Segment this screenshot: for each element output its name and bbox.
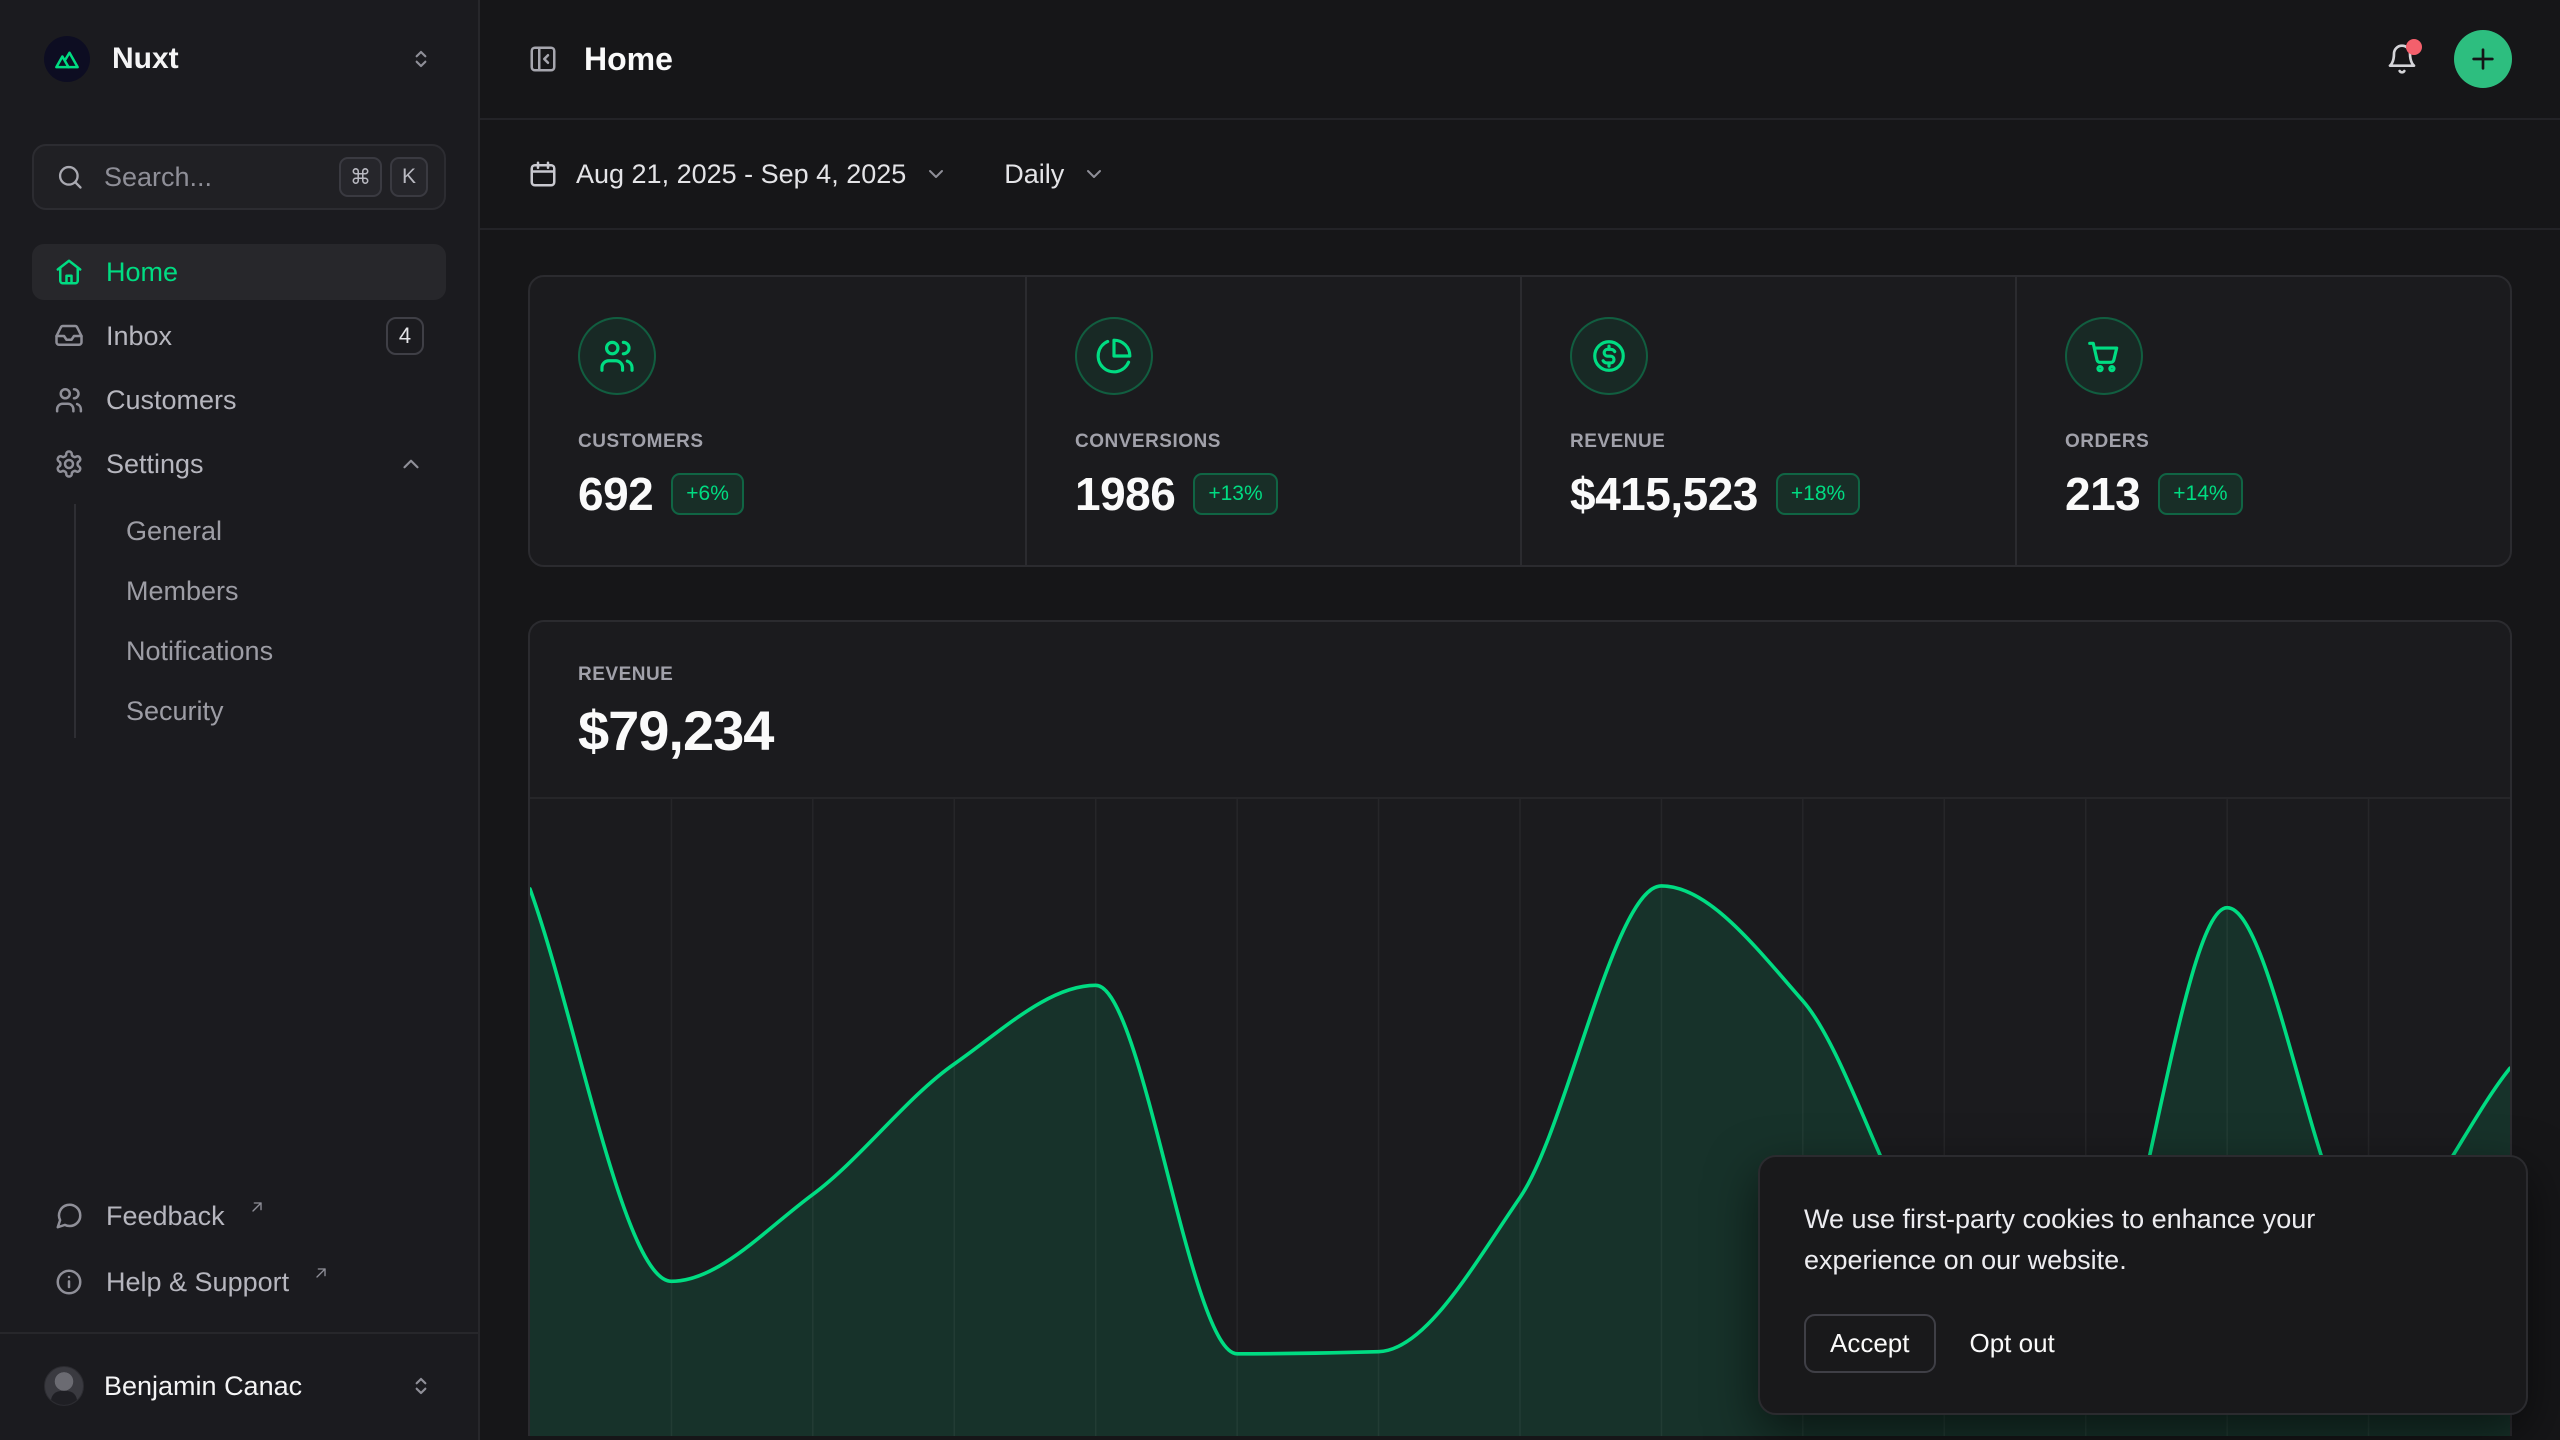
pie-chart-icon bbox=[1075, 317, 1153, 395]
search-input[interactable]: Search... ⌘ K bbox=[32, 144, 446, 210]
date-range-picker[interactable]: Aug 21, 2025 - Sep 4, 2025 bbox=[528, 159, 948, 190]
stat-value: 692 bbox=[578, 467, 653, 521]
info-circle-icon bbox=[54, 1267, 84, 1297]
sidebar-item-security[interactable]: Security bbox=[112, 684, 446, 738]
user-avatar bbox=[44, 1366, 84, 1406]
user-name: Benjamin Canac bbox=[104, 1371, 388, 1402]
search-shortcut: ⌘ K bbox=[339, 157, 428, 197]
search-icon bbox=[56, 163, 84, 191]
stat-value: $415,523 bbox=[1570, 467, 1758, 521]
revenue-chart-header: REVENUE $79,234 bbox=[530, 622, 2510, 797]
external-link-icon bbox=[313, 1265, 329, 1281]
granularity-select[interactable]: Daily bbox=[1004, 159, 1106, 190]
stat-value: 213 bbox=[2065, 467, 2140, 521]
stat-value: 1986 bbox=[1075, 467, 1175, 521]
notification-dot bbox=[2406, 39, 2422, 55]
sidebar: Nuxt Search... ⌘ K Home Inbox 4 Customer… bbox=[0, 0, 480, 1440]
stat-delta-badge: +13% bbox=[1193, 473, 1277, 515]
page-header: Home bbox=[480, 0, 2560, 120]
add-button[interactable] bbox=[2454, 30, 2512, 88]
notifications-button[interactable] bbox=[2380, 37, 2424, 81]
sidebar-item-settings[interactable]: Settings bbox=[32, 436, 446, 492]
chevrons-up-down-icon bbox=[408, 1373, 434, 1399]
sidebar-item-label: Customers bbox=[106, 385, 237, 416]
sidebar-item-customers[interactable]: Customers bbox=[32, 372, 446, 428]
home-icon bbox=[54, 257, 84, 287]
kbd-cmd: ⌘ bbox=[339, 157, 382, 197]
sidebar-item-home[interactable]: Home bbox=[32, 244, 446, 300]
stat-label: CONVERSIONS bbox=[1075, 431, 1472, 453]
workspace-switcher[interactable]: Nuxt bbox=[32, 28, 446, 90]
nuxt-logo bbox=[44, 36, 90, 82]
sidebar-item-help-support[interactable]: Help & Support bbox=[32, 1254, 446, 1310]
inbox-icon bbox=[54, 321, 84, 351]
search-placeholder: Search... bbox=[104, 162, 319, 193]
header-actions bbox=[2380, 30, 2512, 88]
chat-bubble-icon bbox=[54, 1201, 84, 1231]
sidebar-divider bbox=[0, 1332, 478, 1334]
chevron-down-icon bbox=[924, 162, 948, 186]
sidebar-item-label: Settings bbox=[106, 449, 204, 480]
cart-icon bbox=[2065, 317, 2143, 395]
stat-label: CUSTOMERS bbox=[578, 431, 977, 453]
optout-cookies-button[interactable]: Opt out bbox=[1970, 1328, 2055, 1359]
inbox-count-badge: 4 bbox=[386, 317, 424, 355]
stat-orders: ORDERS 213 +14% bbox=[2015, 277, 2510, 565]
stat-conversions: CONVERSIONS 1986 +13% bbox=[1025, 277, 1520, 565]
accept-cookies-button[interactable]: Accept bbox=[1804, 1314, 1936, 1373]
sidebar-item-feedback[interactable]: Feedback bbox=[32, 1188, 446, 1244]
user-menu[interactable]: Benjamin Canac bbox=[32, 1356, 446, 1416]
revenue-chart-label: REVENUE bbox=[578, 664, 2462, 686]
stat-delta-badge: +14% bbox=[2158, 473, 2242, 515]
date-range-label: Aug 21, 2025 - Sep 4, 2025 bbox=[576, 159, 906, 190]
granularity-label: Daily bbox=[1004, 159, 1064, 190]
sidebar-item-label: Home bbox=[106, 257, 178, 288]
stats-cards: CUSTOMERS 692 +6% CONVERSIONS 1986 +13% … bbox=[528, 275, 2512, 567]
sidebar-item-inbox[interactable]: Inbox 4 bbox=[32, 308, 446, 364]
chevrons-up-down-icon bbox=[408, 46, 434, 72]
users-icon bbox=[578, 317, 656, 395]
sidebar-nav: Home Inbox 4 Customers Settings General … bbox=[32, 244, 446, 738]
sidebar-item-notifications[interactable]: Notifications bbox=[112, 624, 446, 678]
sidebar-item-members[interactable]: Members bbox=[112, 564, 446, 618]
calendar-icon bbox=[528, 159, 558, 189]
main-area: Home Aug 21, 2025 - Sep 4, 2025 Daily bbox=[480, 0, 2560, 1440]
revenue-chart-value: $79,234 bbox=[578, 698, 2462, 763]
stat-customers: CUSTOMERS 692 +6% bbox=[530, 277, 1025, 565]
stat-delta-badge: +6% bbox=[671, 473, 744, 515]
sidebar-item-label: Inbox bbox=[106, 321, 172, 352]
chevron-down-icon bbox=[1082, 162, 1106, 186]
kbd-k: K bbox=[390, 157, 428, 197]
page-title: Home bbox=[584, 41, 2354, 78]
sidebar-footer-nav: Feedback Help & Support bbox=[32, 1188, 446, 1310]
stat-label: ORDERS bbox=[2065, 431, 2462, 453]
cookie-message: We use first-party cookies to enhance yo… bbox=[1804, 1199, 2384, 1280]
plus-icon bbox=[2467, 43, 2499, 75]
collapse-sidebar-button[interactable] bbox=[528, 44, 558, 74]
stat-label: REVENUE bbox=[1570, 431, 1967, 453]
circle-dollar-icon bbox=[1570, 317, 1648, 395]
chevron-up-icon bbox=[398, 451, 424, 477]
workspace-name: Nuxt bbox=[112, 42, 386, 76]
users-icon bbox=[54, 385, 84, 415]
stat-delta-badge: +18% bbox=[1776, 473, 1860, 515]
sidebar-item-general[interactable]: General bbox=[112, 504, 446, 558]
stat-revenue: REVENUE $415,523 +18% bbox=[1520, 277, 2015, 565]
gear-icon bbox=[54, 449, 84, 479]
settings-subnav: General Members Notifications Security bbox=[74, 504, 446, 738]
external-link-icon bbox=[249, 1199, 265, 1215]
filters-toolbar: Aug 21, 2025 - Sep 4, 2025 Daily bbox=[480, 120, 2560, 230]
cookie-banner: We use first-party cookies to enhance yo… bbox=[1758, 1155, 2528, 1415]
